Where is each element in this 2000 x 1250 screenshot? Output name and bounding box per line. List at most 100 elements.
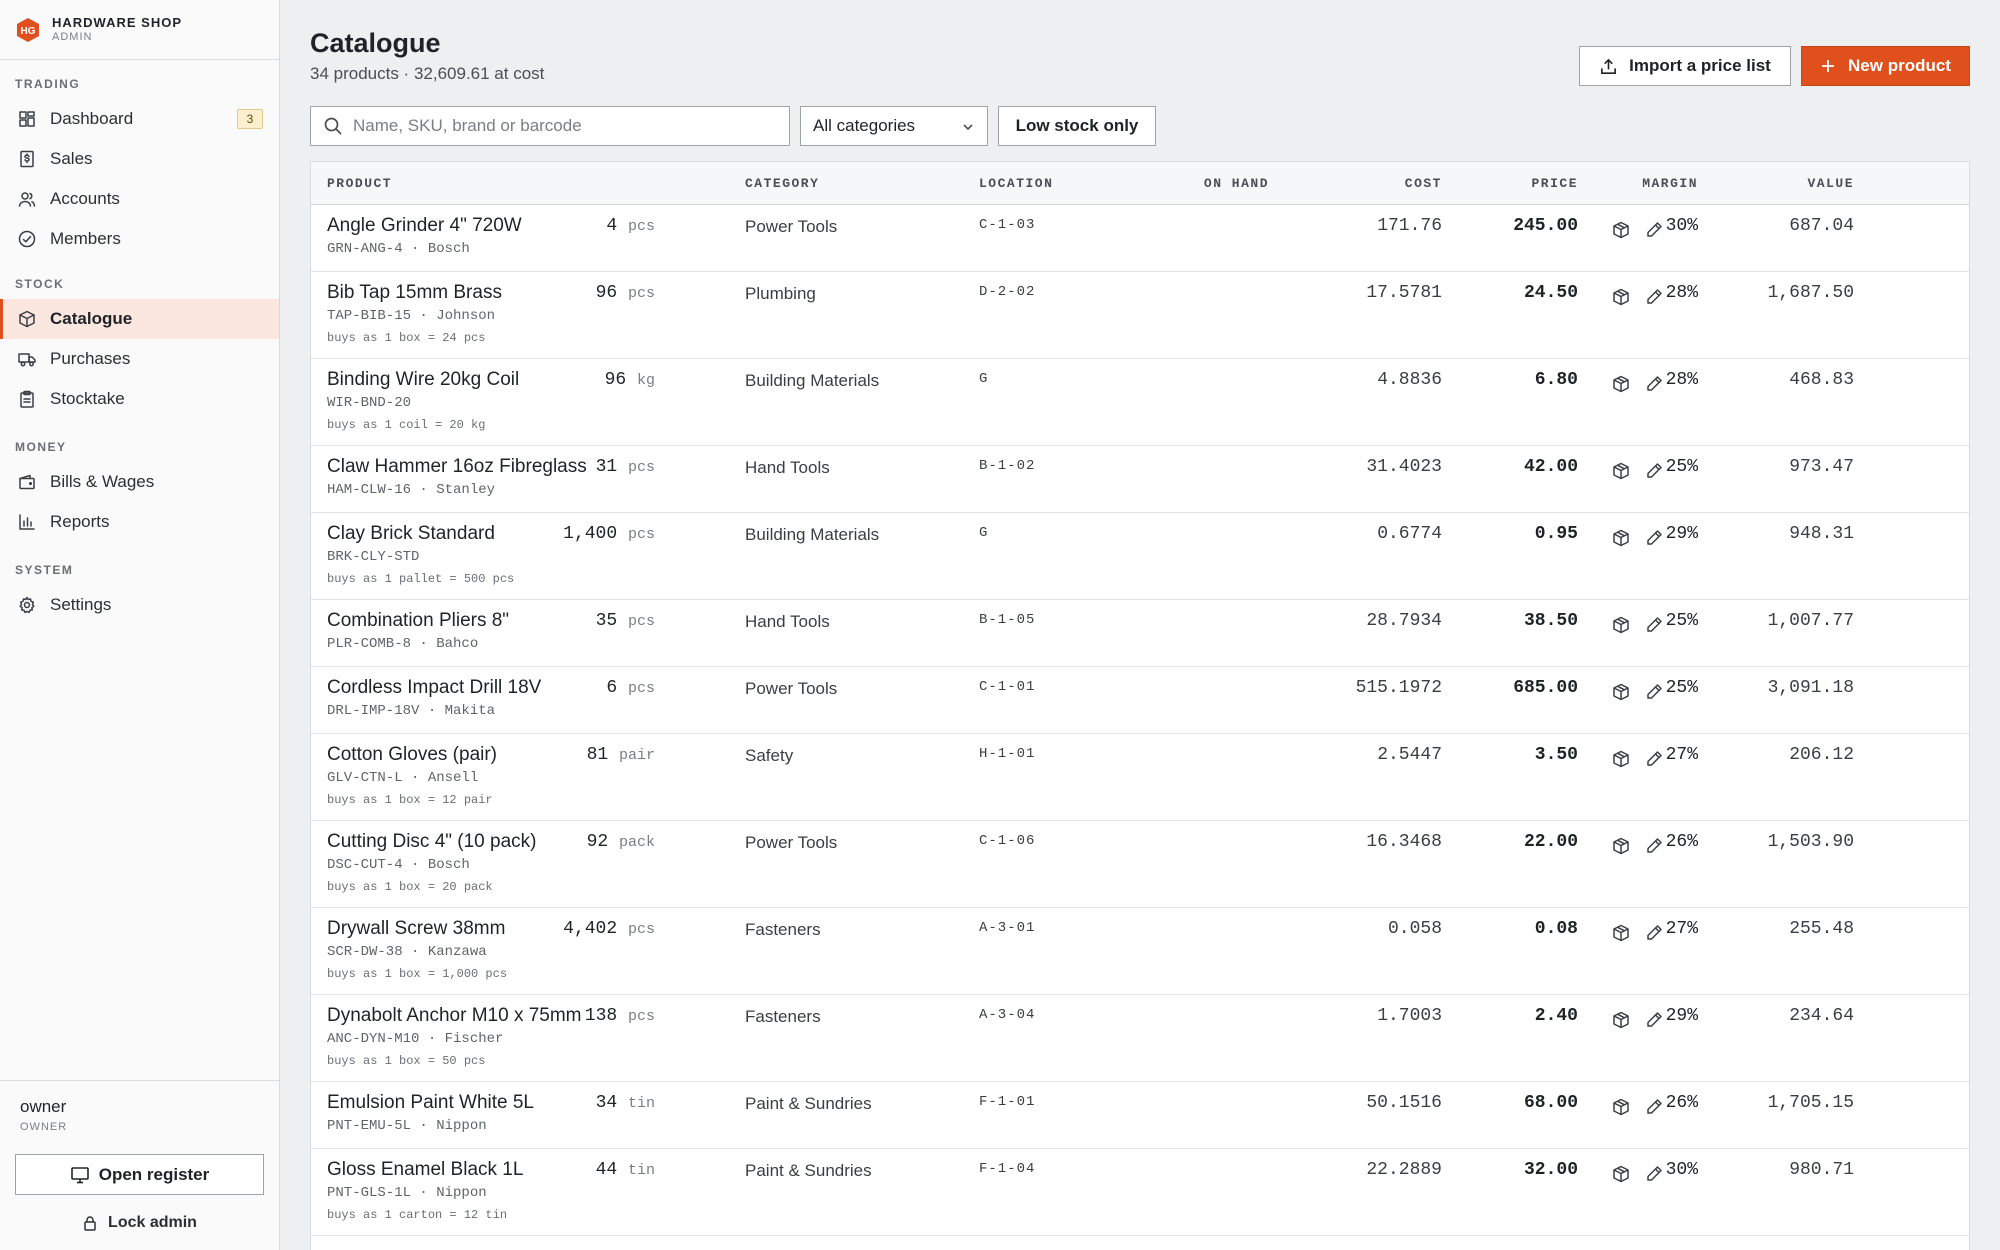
stock-action-button[interactable] bbox=[1611, 374, 1633, 396]
product-location: F-1-04 bbox=[979, 1161, 1036, 1177]
product-category: Paint & Sundries bbox=[745, 1161, 872, 1180]
sidebar-item-dashboard[interactable]: Dashboard 3 bbox=[0, 99, 279, 139]
on-hand-qty: 6 bbox=[606, 678, 618, 698]
edit-product-button[interactable] bbox=[1644, 461, 1666, 483]
edit-product-button[interactable] bbox=[1644, 749, 1666, 771]
pencil-icon bbox=[1647, 1099, 1662, 1114]
edit-product-button[interactable] bbox=[1644, 682, 1666, 704]
sidebar-item-label: Stocktake bbox=[50, 389, 125, 408]
table-row[interactable]: Drywall Screw 38mm SCR-DW-38 · Kanzawa b… bbox=[311, 908, 1969, 995]
product-price: 24.50 bbox=[1523, 283, 1578, 303]
product-price: 0.08 bbox=[1534, 919, 1578, 939]
on-hand-qty: 81 bbox=[586, 745, 609, 765]
badge-check-icon bbox=[18, 230, 36, 248]
product-name: Cutting Disc 4" (10 pack) bbox=[327, 831, 537, 852]
stock-action-button[interactable] bbox=[1611, 1010, 1633, 1032]
sidebar-item-purchases[interactable]: Purchases bbox=[0, 339, 279, 379]
table-row[interactable]: Dynabolt Anchor M10 x 75mm ANC-DYN-M10 ·… bbox=[311, 995, 1969, 1082]
dashboard-badge: 3 bbox=[237, 109, 263, 129]
nav-section-money: MONEY bbox=[15, 440, 67, 454]
table-row[interactable]: Combination Pliers 8" PLR-COMB-8 · Bahco… bbox=[311, 600, 1969, 667]
lock-admin-button[interactable]: Lock admin bbox=[15, 1208, 264, 1238]
pencil-icon bbox=[1647, 222, 1662, 237]
col-margin[interactable]: MARGIN bbox=[1642, 162, 1698, 205]
edit-product-button[interactable] bbox=[1644, 220, 1666, 242]
col-price[interactable]: PRICE bbox=[1531, 162, 1578, 205]
stock-action-button[interactable] bbox=[1611, 615, 1633, 637]
product-on-hand: 6 pcs bbox=[606, 676, 655, 701]
sidebar-item-sales[interactable]: Sales bbox=[0, 139, 279, 179]
table-row[interactable]: Angle Grinder 4" 720W GRN-ANG-4 · Bosch … bbox=[311, 205, 1969, 272]
sidebar-item-reports[interactable]: Reports bbox=[0, 502, 279, 542]
table-row[interactable]: Gloss Enamel Black 1L PNT-GLS-1L · Nippo… bbox=[311, 1149, 1969, 1236]
low-stock-only-button[interactable]: Low stock only bbox=[998, 106, 1156, 146]
product-location: A-3-01 bbox=[979, 920, 1036, 936]
product-location: B-1-02 bbox=[979, 458, 1036, 474]
col-cost[interactable]: COST bbox=[1405, 162, 1442, 205]
stock-action-button[interactable] bbox=[1611, 836, 1633, 858]
stock-action-button[interactable] bbox=[1611, 287, 1633, 309]
search-field[interactable] bbox=[310, 106, 790, 146]
category-select[interactable]: All categories bbox=[800, 106, 988, 146]
col-product[interactable]: PRODUCT bbox=[327, 162, 392, 205]
stock-action-button[interactable] bbox=[1611, 682, 1633, 704]
wallet-icon bbox=[19, 474, 35, 490]
edit-product-button[interactable] bbox=[1644, 923, 1666, 945]
stock-action-button[interactable] bbox=[1611, 461, 1633, 483]
table-row[interactable]: Emulsion Paint White 5L PNT-EMU-5L · Nip… bbox=[311, 1082, 1969, 1149]
product-sku: DSC-CUT-4 · Bosch bbox=[327, 857, 470, 873]
edit-product-button[interactable] bbox=[1644, 615, 1666, 637]
table-row[interactable]: Clay Brick Standard BRK-CLY-STD buys as … bbox=[311, 513, 1969, 600]
stock-action-button[interactable] bbox=[1611, 923, 1633, 945]
import-price-list-button[interactable]: Import a price list bbox=[1579, 46, 1791, 86]
category-select-value: All categories bbox=[813, 116, 916, 135]
stock-action-button[interactable] bbox=[1611, 528, 1633, 550]
pencil-icon bbox=[1647, 1166, 1662, 1181]
product-name: Gloss Enamel Black 1L bbox=[327, 1159, 524, 1180]
edit-product-button[interactable] bbox=[1644, 1097, 1666, 1119]
edit-product-button[interactable] bbox=[1644, 836, 1666, 858]
product-buys-as: buys as 1 box = 50 pcs bbox=[327, 1054, 486, 1068]
package-icon bbox=[1613, 1011, 1629, 1029]
product-category: Plumbing bbox=[745, 284, 816, 303]
product-sku: ANC-DYN-M10 · Fischer bbox=[327, 1031, 504, 1047]
table-row[interactable]: Bib Tap 15mm Brass TAP-BIB-15 · Johnson … bbox=[311, 272, 1969, 359]
on-hand-qty: 92 bbox=[586, 832, 609, 852]
table-row[interactable]: Cutting Disc 4" (10 pack) DSC-CUT-4 · Bo… bbox=[311, 821, 1969, 908]
product-price: 0.95 bbox=[1534, 524, 1578, 544]
sidebar-item-bills-wages[interactable]: Bills & Wages bbox=[0, 462, 279, 502]
product-on-hand: 138 pcs bbox=[585, 1004, 655, 1029]
sidebar-item-catalogue[interactable]: Catalogue bbox=[0, 299, 279, 339]
product-category: Paint & Sundries bbox=[745, 1094, 872, 1113]
product-sku: GLV-CTN-L · Ansell bbox=[327, 770, 479, 786]
table-row[interactable]: Cordless Impact Drill 18V DRL-IMP-18V · … bbox=[311, 667, 1969, 734]
sidebar-item-settings[interactable]: Settings bbox=[0, 585, 279, 625]
product-margin: 27% bbox=[1665, 745, 1698, 765]
col-value[interactable]: VALUE bbox=[1807, 162, 1854, 205]
edit-product-button[interactable] bbox=[1644, 287, 1666, 309]
stock-action-button[interactable] bbox=[1611, 1164, 1633, 1186]
col-on-hand[interactable]: ON HAND bbox=[1204, 162, 1269, 205]
table-row[interactable]: Binding Wire 20kg Coil WIR-BND-20 buys a… bbox=[311, 359, 1969, 446]
table-row[interactable]: Claw Hammer 16oz Fibreglass HAM-CLW-16 ·… bbox=[311, 446, 1969, 513]
edit-product-button[interactable] bbox=[1644, 1164, 1666, 1186]
search-input[interactable] bbox=[353, 116, 773, 136]
product-sku: BRK-CLY-STD bbox=[327, 549, 420, 565]
sidebar-item-stocktake[interactable]: Stocktake bbox=[0, 379, 279, 419]
table-row[interactable]: Cotton Gloves (pair) GLV-CTN-L · Ansell … bbox=[311, 734, 1969, 821]
stock-action-button[interactable] bbox=[1611, 749, 1633, 771]
edit-product-button[interactable] bbox=[1644, 1010, 1666, 1032]
product-price: 2.40 bbox=[1534, 1006, 1578, 1026]
edit-product-button[interactable] bbox=[1644, 528, 1666, 550]
sidebar-item-members[interactable]: Members bbox=[0, 219, 279, 259]
on-hand-unit: pcs bbox=[627, 526, 655, 543]
col-category[interactable]: CATEGORY bbox=[745, 162, 819, 205]
stock-action-button[interactable] bbox=[1611, 1097, 1633, 1119]
stock-action-button[interactable] bbox=[1611, 220, 1633, 242]
sidebar-item-accounts[interactable]: Accounts bbox=[0, 179, 279, 219]
product-sku: SCR-DW-38 · Kanzawa bbox=[327, 944, 487, 960]
col-location[interactable]: LOCATION bbox=[979, 162, 1053, 205]
new-product-button[interactable]: New product bbox=[1801, 46, 1970, 86]
open-register-button[interactable]: Open register bbox=[15, 1154, 264, 1195]
edit-product-button[interactable] bbox=[1644, 374, 1666, 396]
